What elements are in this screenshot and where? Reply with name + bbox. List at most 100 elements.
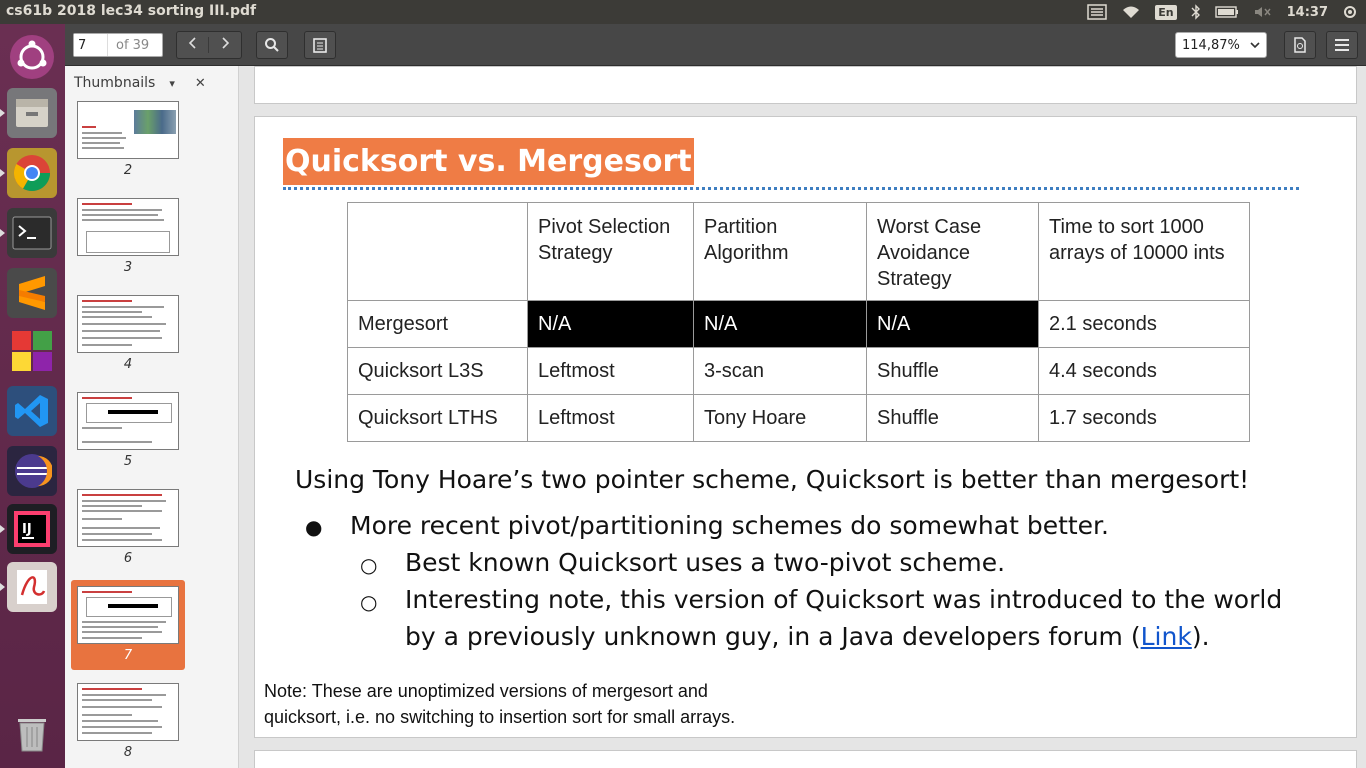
title-underline (283, 187, 1299, 190)
chevron-right-icon (222, 37, 230, 49)
sub-bullet-continuation: by a previously unknown guy, in a Java d… (405, 622, 1210, 651)
wifi-icon[interactable] (1121, 0, 1141, 24)
footnote: Note: These are unoptimized versions of … (264, 678, 735, 730)
slide-title: Quicksort vs. Mergesort (283, 138, 694, 185)
table-cell: 3-scan (693, 347, 867, 395)
thumbnail-page-8[interactable] (77, 683, 179, 741)
bullet-item: More recent pivot/partitioning schemes d… (350, 511, 1109, 540)
main-menu-button[interactable] (1326, 31, 1358, 59)
sub-bullet-text: by a previously unknown guy, in a Java d… (405, 622, 1141, 651)
thumbnail-page-7[interactable] (77, 586, 179, 644)
thumbnails-sidebar: Thumbnails ▾ ✕ 2 3 4 5 6 7 8 (65, 66, 239, 768)
eclipse-icon[interactable] (7, 446, 57, 496)
table-cell: 2.1 seconds (1038, 300, 1250, 348)
sublime-text-icon[interactable] (7, 268, 57, 318)
next-page-button[interactable] (209, 37, 241, 53)
footnote-line: quicksort, i.e. no switching to insertio… (264, 707, 736, 727)
menu-icon[interactable] (1087, 0, 1107, 24)
trash-icon[interactable] (7, 708, 57, 758)
thumbnail-page-4[interactable] (77, 295, 179, 353)
terminal-running-indicator (0, 229, 5, 237)
thumbnail-page-6[interactable] (77, 489, 179, 547)
vscode-icon[interactable] (7, 386, 57, 436)
table-cell: 1.7 seconds (1038, 394, 1250, 442)
thumbnail-page-5[interactable] (77, 392, 179, 450)
volume-muted-icon[interactable] (1253, 0, 1273, 24)
intellij-icon[interactable]: IJ (7, 504, 57, 554)
toolbar: of 39 114,87% (65, 24, 1366, 66)
power-gear-icon[interactable] (1342, 0, 1358, 24)
intellij-running-indicator (0, 525, 5, 533)
summary-paragraph: Using Tony Hoare’s two pointer scheme, Q… (295, 465, 1250, 494)
battery-icon[interactable] (1214, 0, 1239, 24)
sidebar-title: Thumbnails (74, 75, 156, 91)
chrome-icon[interactable] (7, 148, 57, 198)
ubuntu-dash-icon[interactable] (7, 32, 57, 82)
bluetooth-icon[interactable] (1191, 0, 1201, 24)
table-cell: N/A (527, 300, 694, 348)
sidebar-header: Thumbnails ▾ ✕ (65, 66, 238, 100)
table-cell: 4.4 seconds (1038, 347, 1250, 395)
chevron-down-icon (1250, 42, 1260, 49)
notes-icon (313, 38, 327, 53)
table-cell: N/A (693, 300, 867, 348)
page-total-label: of 39 (116, 37, 150, 53)
zoom-value: 114,87% (1182, 37, 1240, 53)
document-viewer-window: of 39 114,87% Thumbnails (65, 24, 1366, 768)
current-page: Quicksort vs. Mergesort Pivot Selection … (254, 116, 1357, 738)
table-header-cell (347, 202, 528, 301)
page-nav-group (176, 31, 242, 59)
search-button[interactable] (256, 31, 288, 59)
thumbnail-page-2[interactable] (77, 101, 179, 159)
previous-page-button[interactable] (177, 37, 209, 53)
table-cell: Tony Hoare (693, 394, 867, 442)
sub-bullet-item: Interesting note, this version of Quicks… (405, 585, 1283, 614)
table-cell: Shuffle (866, 347, 1039, 395)
forum-link[interactable]: Link (1141, 622, 1192, 651)
page-number-input[interactable] (74, 34, 108, 56)
files-running-indicator (0, 109, 5, 117)
document-viewer-icon[interactable] (7, 562, 57, 612)
system-tray: En 14:37 (1087, 0, 1366, 24)
thumbnail-label: 3 (123, 260, 133, 275)
table-cell: Mergesort (347, 300, 528, 348)
bullet-circle-icon: ○ (360, 553, 378, 577)
libreoffice-icon[interactable] (7, 326, 57, 376)
next-page (254, 750, 1357, 768)
thumbnail-label: 6 (123, 551, 133, 566)
svg-text:IJ: IJ (22, 522, 32, 537)
bullet-circle-icon: ○ (360, 590, 378, 614)
table-header-cell: Pivot Selection Strategy (527, 202, 694, 301)
thumbnail-label: 2 (123, 163, 133, 178)
thumbnail-label: 5 (123, 454, 133, 469)
comparison-table: Pivot Selection Strategy Partition Algor… (347, 202, 1250, 442)
files-icon[interactable] (7, 88, 57, 138)
zoom-select[interactable]: 114,87% (1175, 32, 1267, 58)
previous-page (254, 66, 1357, 104)
thumbnail-label: 4 (123, 357, 133, 372)
search-icon (265, 38, 279, 52)
annotations-button[interactable] (304, 31, 336, 59)
clock[interactable]: 14:37 (1287, 0, 1328, 24)
top-panel: cs61b 2018 lec34 sorting III.pdf En 14:3… (0, 0, 1366, 24)
document-area[interactable]: Quicksort vs. Mergesort Pivot Selection … (239, 66, 1366, 768)
terminal-icon[interactable] (7, 208, 57, 258)
table-cell: Quicksort LTHS (347, 394, 528, 442)
thumbnail-page-3[interactable] (77, 198, 179, 256)
table-header-cell: Time to sort 1000 arrays of 10000 ints (1038, 202, 1250, 301)
sub-bullet-text: ). (1191, 622, 1210, 651)
table-cell: Leftmost (527, 394, 694, 442)
sidebar-mode-dropdown-icon[interactable]: ▾ (169, 77, 175, 90)
footnote-line: Note: These are unoptimized versions of … (264, 681, 708, 701)
table-row: Quicksort L3S Leftmost 3-scan Shuffle 4.… (347, 347, 1250, 395)
hamburger-menu-icon (1335, 39, 1349, 51)
table-cell: Leftmost (527, 347, 694, 395)
view-mode-button[interactable] (1284, 31, 1316, 59)
table-header-row: Pivot Selection Strategy Partition Algor… (347, 202, 1250, 301)
table-header-cell: Partition Algorithm (693, 202, 867, 301)
keyboard-layout-indicator[interactable]: En (1155, 0, 1177, 24)
table-cell: N/A (866, 300, 1039, 348)
sidebar-close-icon[interactable]: ✕ (195, 76, 206, 91)
bullet-dot-icon: ● (305, 515, 323, 539)
window-title: cs61b 2018 lec34 sorting III.pdf (6, 3, 257, 19)
